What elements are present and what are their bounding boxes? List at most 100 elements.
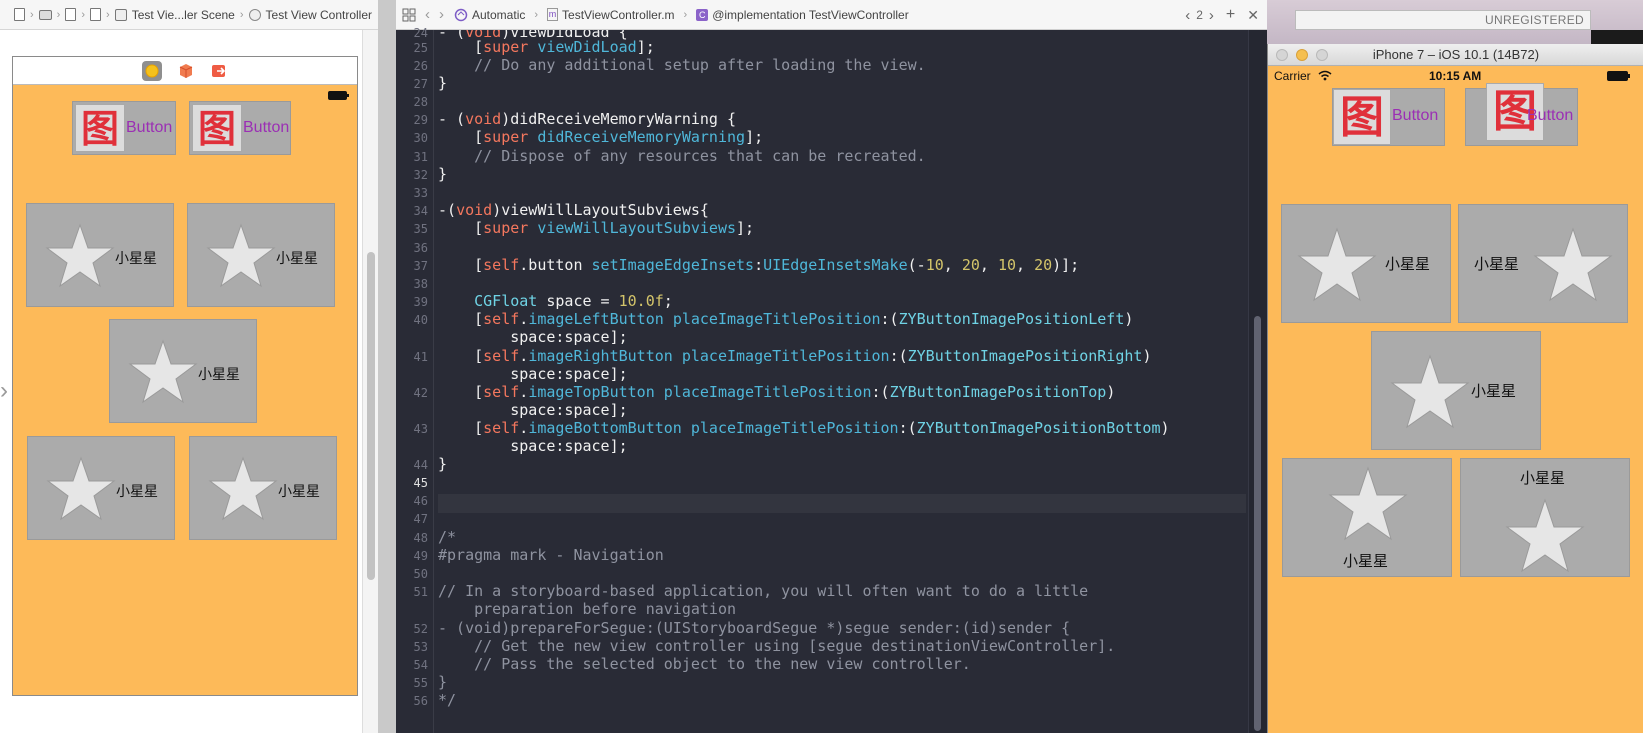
storyboard-file-icon[interactable]	[90, 8, 102, 21]
assistant-mode[interactable]: Automatic	[472, 8, 525, 22]
objc-file-icon: m	[547, 8, 559, 21]
image-left-button[interactable]: 图 Button	[72, 101, 176, 155]
star-title: 小星星	[116, 484, 158, 500]
star-title: 小星星	[1520, 469, 1566, 487]
battery-icon	[328, 91, 349, 100]
line-number: 48	[413, 531, 428, 545]
line-number: 33	[413, 186, 428, 200]
code-line: space:space];	[438, 437, 628, 455]
canvas-scrollbar[interactable]	[362, 30, 378, 733]
next-counterpart-icon[interactable]: ›	[1209, 7, 1214, 24]
view-controller-icon	[248, 8, 261, 21]
star-button-4[interactable]: 小星星	[27, 436, 175, 540]
sim-star-button-default[interactable]: 小星星	[1371, 331, 1541, 450]
line-number: 54	[413, 658, 428, 672]
first-responder-icon[interactable]	[176, 61, 196, 81]
file-name[interactable]: TestViewController.m	[562, 8, 675, 22]
line-number: 46	[413, 494, 428, 508]
line-number: 49	[413, 549, 428, 563]
button-title: Button	[1527, 107, 1574, 124]
line-number: 25	[413, 41, 428, 55]
image-placeholder-icon: 图	[1333, 89, 1391, 145]
line-number: 43	[413, 422, 428, 436]
editor-scroll-thumb[interactable]	[1254, 316, 1261, 731]
related-items-icon[interactable]	[402, 8, 416, 22]
star-icon	[46, 456, 116, 521]
breadcrumb-scene[interactable]: Test Vie...ler Scene	[132, 8, 235, 22]
star-icon	[1297, 227, 1377, 302]
close-editor-icon[interactable]: ✕	[1247, 7, 1259, 24]
simulator-window[interactable]: iPhone 7 – iOS 10.1 (14B72) Carrier 10:1…	[1267, 44, 1643, 733]
editor-scrollbar[interactable]	[1248, 30, 1267, 733]
line-number: 55	[413, 676, 428, 690]
sim-star-button-left[interactable]: 小星星	[1281, 204, 1451, 323]
code-line: // Pass the selected object to the new v…	[438, 655, 971, 673]
code-line: [self.imageRightButton placeImageTitlePo…	[438, 347, 1152, 365]
star-button-3[interactable]: 小星星	[109, 319, 257, 423]
line-number: 41	[413, 350, 428, 364]
line-number: 27	[413, 77, 428, 91]
exit-icon[interactable]	[209, 61, 229, 81]
code-line: CGFloat space = 10.0f;	[474, 292, 673, 310]
add-editor-icon[interactable]: +	[1226, 6, 1235, 24]
line-number: 37	[413, 259, 428, 273]
line-number: 52	[413, 622, 428, 636]
scene-icon[interactable]	[114, 8, 127, 21]
breadcrumb-controller[interactable]: Test View Controller	[266, 8, 373, 22]
star-icon	[128, 339, 198, 404]
file-icon[interactable]	[65, 8, 77, 21]
sim-star-button-right[interactable]: 小星星	[1458, 204, 1628, 323]
ios-status-bar: Carrier 10:15 AM	[1268, 66, 1643, 86]
star-title: 小星星	[1474, 255, 1520, 273]
sim-image-right-button[interactable]: 图 Button	[1465, 83, 1578, 146]
star-button-1[interactable]: 小星星	[26, 203, 174, 307]
sim-star-button-top[interactable]: 小星星	[1282, 458, 1452, 577]
chevron-right-icon: ›	[30, 8, 34, 21]
source-code[interactable]: - (void)viewDidLoad { [super viewDidLoad…	[438, 30, 1246, 733]
sim-star-button-bottom[interactable]: 小星星	[1460, 458, 1630, 577]
unregistered-banner: UNREGISTERED	[1295, 10, 1591, 30]
star-icon	[45, 223, 115, 288]
star-button-2[interactable]: 小星星	[187, 203, 335, 307]
image-right-button[interactable]: 图 Button	[189, 101, 291, 155]
code-line: }	[438, 74, 448, 92]
line-number: 24	[413, 26, 428, 40]
code-line: // Dispose of any resources that can be …	[438, 147, 926, 165]
back-icon[interactable]: ‹	[425, 6, 430, 23]
canvas-scroll-thumb[interactable]	[367, 252, 375, 580]
root-view: 图 Button 图 Button 小星星 小星星 小星星 小星星 小星星	[13, 85, 357, 695]
view-controller-dock-icon[interactable]	[142, 61, 162, 81]
editor-jump-bar: ‹ › Automatic › m TestViewController.m ›…	[396, 0, 1267, 30]
view-controller-scene[interactable]: 图 Button 图 Button 小星星 小星星 小星星 小星星 小星星	[12, 56, 358, 696]
line-number: 32	[413, 168, 428, 182]
zoom-window-icon[interactable]	[1316, 49, 1328, 61]
code-line: // In a storyboard-based application, yo…	[438, 582, 1089, 600]
close-window-icon[interactable]	[1276, 49, 1288, 61]
sim-image-left-button[interactable]: 图 Button	[1332, 88, 1445, 146]
star-button-5[interactable]: 小星星	[189, 436, 337, 540]
star-icon	[1533, 227, 1613, 302]
forward-icon[interactable]: ›	[439, 6, 444, 23]
line-number: 36	[413, 241, 428, 255]
storyboard-canvas: › › › › Test Vie...ler Scene › Test View …	[0, 0, 378, 733]
implementation-name[interactable]: @implementation TestViewController	[712, 8, 909, 22]
counterpart-count[interactable]: 2	[1196, 8, 1203, 22]
code-line: - (void)didReceiveMemoryWarning {	[438, 110, 737, 128]
simulator-titlebar[interactable]: iPhone 7 – iOS 10.1 (14B72)	[1268, 44, 1643, 66]
minimize-window-icon[interactable]	[1296, 49, 1308, 61]
folder-icon[interactable]	[38, 9, 52, 20]
line-number: 34	[413, 204, 428, 218]
chevron-right-icon: ›	[106, 8, 110, 21]
code-line: preparation before navigation	[438, 600, 737, 618]
star-title: 小星星	[276, 251, 318, 267]
image-placeholder-icon: 图	[75, 104, 125, 152]
star-title: 小星星	[1343, 552, 1389, 570]
button-title: Button	[1392, 107, 1439, 124]
file-icon[interactable]	[14, 8, 25, 21]
previous-counterpart-icon[interactable]: ‹	[1185, 7, 1190, 24]
image-placeholder-icon: 图	[192, 104, 242, 152]
line-number: 51	[413, 585, 428, 599]
code-line: [self.button setImageEdgeInsets:UIEdgeIn…	[438, 256, 1080, 274]
star-icon	[206, 223, 276, 288]
line-number: 45	[413, 476, 428, 490]
